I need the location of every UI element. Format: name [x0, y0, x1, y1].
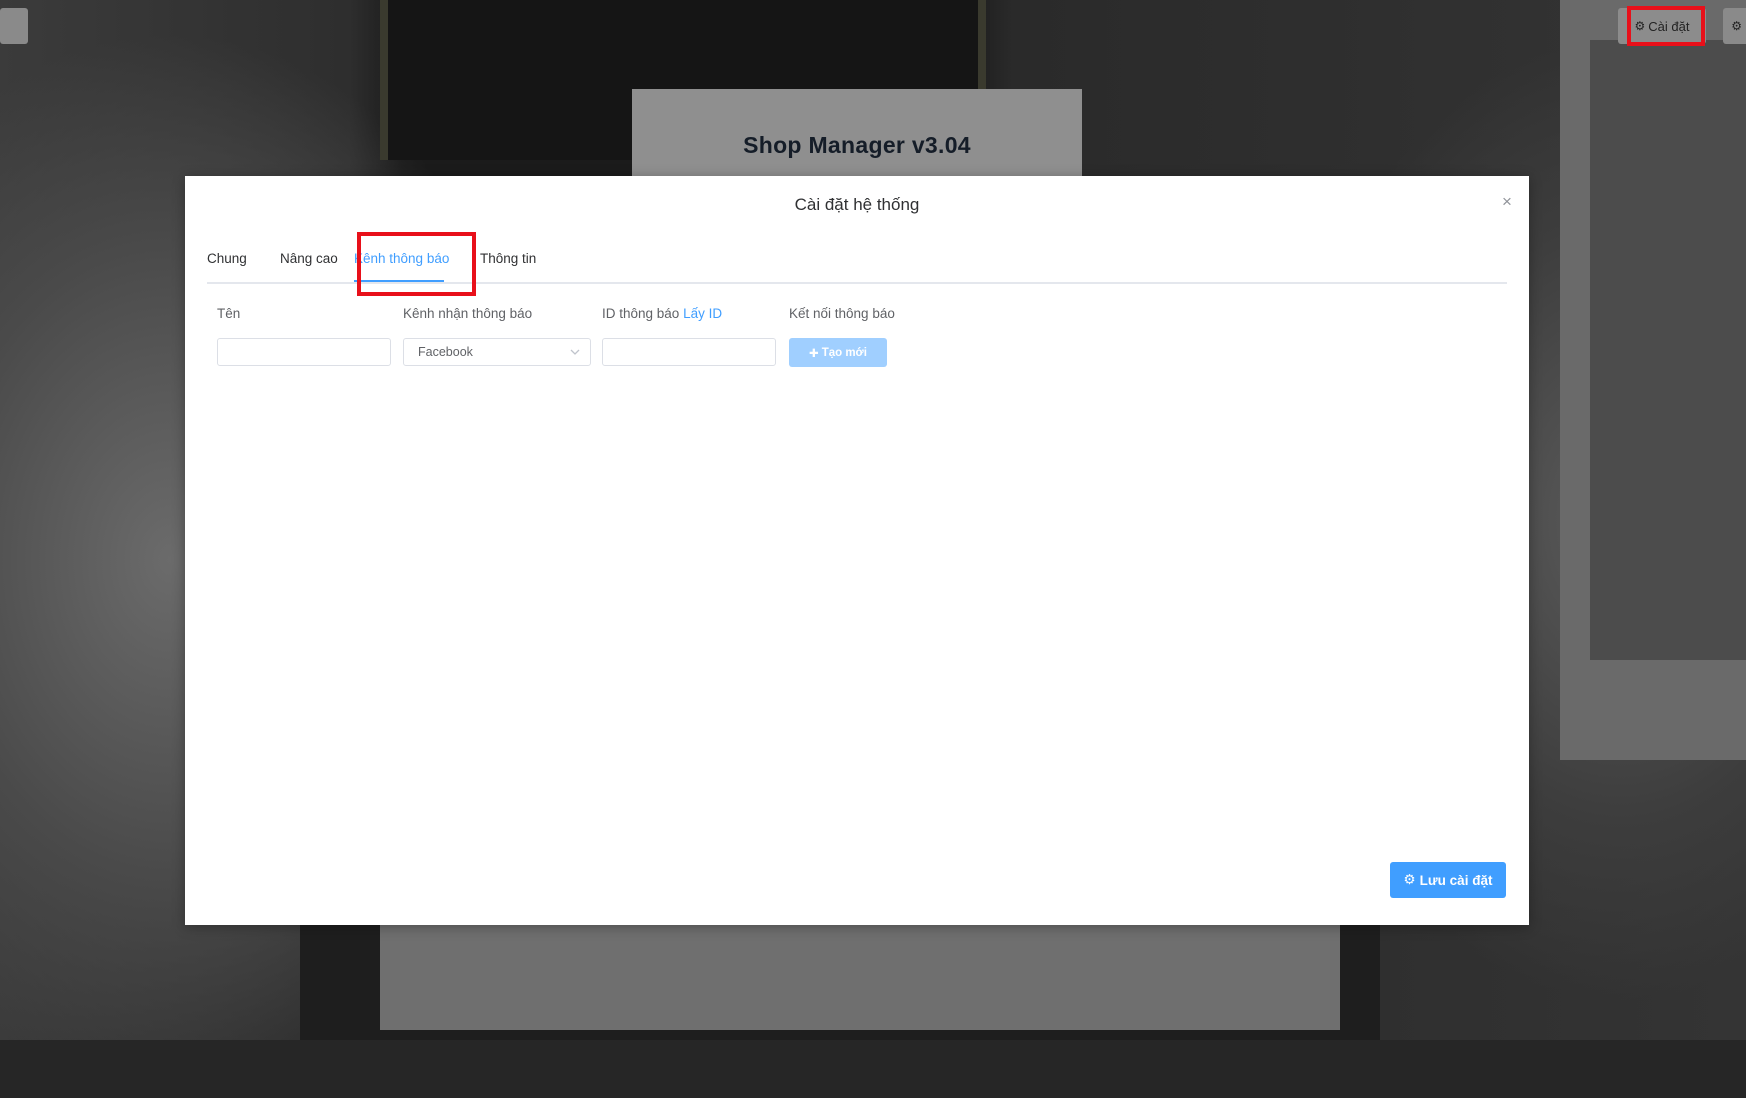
background-frame-inner	[1590, 40, 1746, 660]
create-new-button-label: Tạo mới	[821, 346, 867, 359]
save-settings-button-label: Lưu cài đặt	[1419, 872, 1493, 888]
get-id-link[interactable]: Lấy ID	[683, 306, 722, 321]
close-icon[interactable]: ×	[1495, 190, 1519, 214]
tab-highlight-box	[357, 232, 476, 296]
notification-id-label-text: ID thông báo	[602, 306, 680, 321]
channel-select[interactable]: Facebook	[403, 338, 591, 366]
background-desk	[0, 1040, 1746, 1098]
chevron-down-icon	[570, 349, 580, 355]
name-label: Tên	[217, 306, 241, 321]
name-input[interactable]	[217, 338, 391, 366]
connect-label: Kết nối thông báo	[789, 306, 895, 321]
tab-general[interactable]: Chung	[207, 238, 247, 282]
background-monitor-screen	[380, 920, 1340, 1030]
plus-icon: ✚	[809, 347, 819, 360]
notification-id-label: ID thông báo Lấy ID	[602, 306, 722, 321]
gear-icon: ⚙	[1731, 19, 1742, 33]
gear-icon: ⚙	[1403, 872, 1416, 887]
channel-label: Kênh nhận thông báo	[403, 306, 533, 321]
save-settings-button[interactable]: ⚙ Lưu cài đặt	[1390, 862, 1506, 898]
tab-info[interactable]: Thông tin	[480, 238, 536, 282]
settings-highlight-box	[1627, 6, 1705, 46]
create-new-button[interactable]: ✚ Tạo mới	[789, 338, 887, 367]
top-right-edge-button[interactable]: ⚙	[1723, 8, 1746, 44]
top-left-button[interactable]	[0, 8, 28, 44]
app-title: Shop Manager v3.04	[743, 132, 971, 158]
dialog-title: Cài đặt hệ thống	[794, 195, 920, 214]
channel-select-value: Facebook	[418, 345, 473, 359]
notification-id-input[interactable]	[602, 338, 776, 366]
tab-advanced[interactable]: Nâng cao	[280, 238, 338, 282]
